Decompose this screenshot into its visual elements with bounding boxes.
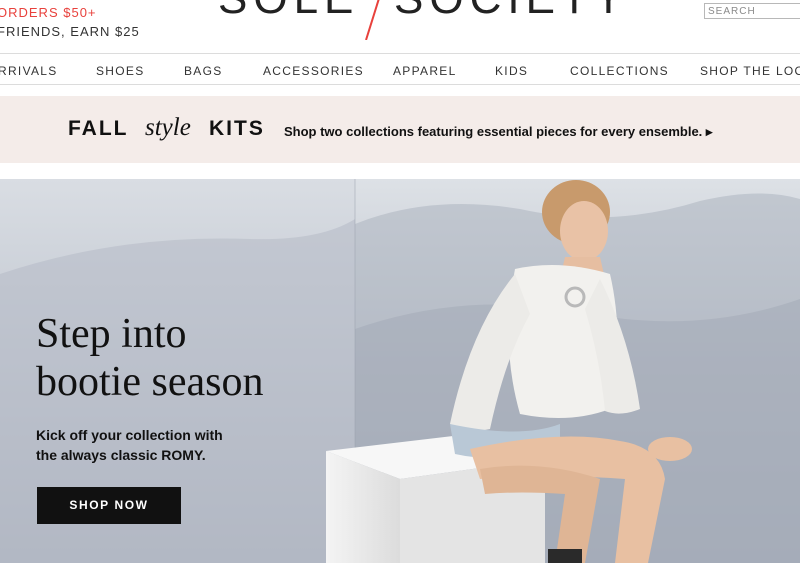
- nav-item-bags[interactable]: BAGS: [184, 64, 223, 78]
- nav-item-apparel[interactable]: APPAREL: [393, 64, 457, 78]
- banner-word-fall: FALL: [68, 117, 129, 140]
- nav-item-shoes[interactable]: SHOES: [96, 64, 145, 78]
- nav-item-accessories[interactable]: ACCESSORIES: [263, 64, 364, 78]
- search-input[interactable]: SEARCH: [704, 3, 800, 19]
- nav-item-new-arrivals[interactable]: RRIVALS: [0, 64, 58, 78]
- banner-description-link[interactable]: Shop two collections featuring essential…: [284, 124, 712, 140]
- hero-subtitle-line2: the always classic ROMY.: [36, 447, 206, 463]
- hero-subtitle: Kick off your collection with the always…: [36, 425, 223, 465]
- hero-title-line1: Step into: [36, 311, 187, 357]
- hero-section: Step into bootie season Kick off your co…: [0, 179, 800, 563]
- nav-item-kids[interactable]: KIDS: [495, 64, 528, 78]
- hero-subtitle-line1: Kick off your collection with: [36, 427, 223, 443]
- logo-text-left: SOLE: [218, 0, 359, 24]
- promo-refer-friends[interactable]: FRIENDS, EARN $25: [0, 24, 140, 39]
- logo-text-right: SOCIETY: [394, 0, 629, 24]
- main-nav: RRIVALS SHOES BAGS ACCESSORIES APPAREL K…: [0, 64, 800, 80]
- nav-divider: [0, 84, 800, 85]
- hero-title: Step into bootie season: [36, 310, 263, 406]
- logo-slash-icon: [365, 0, 380, 40]
- shop-now-button[interactable]: SHOP NOW: [37, 487, 181, 524]
- promo-free-shipping[interactable]: ORDERS $50+: [0, 5, 97, 20]
- fall-style-kits-banner[interactable]: FALL style KITS Shop two collections fea…: [0, 96, 800, 163]
- header-divider: [0, 53, 800, 54]
- nav-item-shop-the-look[interactable]: SHOP THE LOOK: [700, 64, 800, 78]
- banner-word-kits: KITS: [209, 117, 265, 140]
- banner-word-style: style: [145, 114, 191, 141]
- nav-item-collections[interactable]: COLLECTIONS: [570, 64, 669, 78]
- hero-title-line2: bootie season: [36, 359, 264, 405]
- site-logo[interactable]: SOLE SOCIETY: [218, 0, 623, 40]
